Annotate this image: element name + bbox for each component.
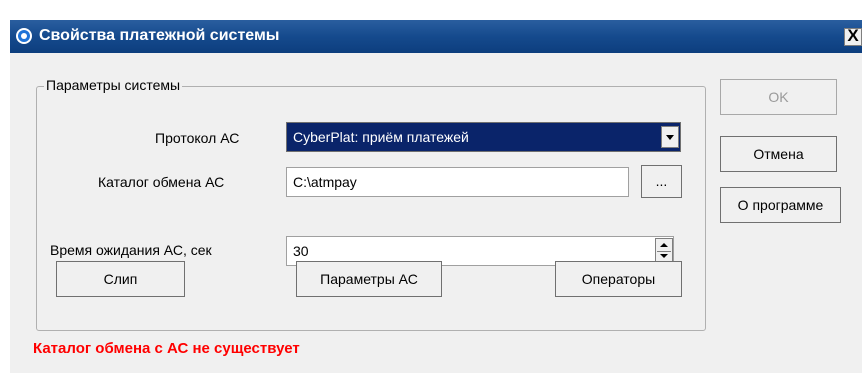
slip-button-label: Слип [103,271,138,287]
as-params-button[interactable]: Параметры АС [296,261,442,297]
ok-button[interactable]: OK [720,79,837,115]
cancel-button[interactable]: Отмена [720,136,837,172]
cancel-button-label: Отмена [753,146,804,162]
close-button[interactable]: X [844,26,862,46]
window-title: Свойства платежной системы [39,27,280,44]
slip-button[interactable]: Слип [56,261,185,297]
timeout-label: Время ожидания АС, сек [50,242,212,258]
protocol-label: Протокол АС [155,130,240,146]
ok-button-label: OK [768,89,789,105]
payment-system-properties-dialog: Свойства платежной системы X Параметры с… [10,20,862,373]
spin-down-icon[interactable] [660,254,668,258]
spin-divider [657,251,671,252]
operators-button-label: Операторы [581,271,656,287]
timeout-value: 30 [293,243,309,259]
app-icon [16,28,32,44]
exchange-dir-value: C:\atmpay [293,174,357,190]
protocol-selected-value: CyberPlat: приём платежей [293,129,469,145]
error-message: Каталог обмена с АС не существует [33,340,300,357]
spin-up-icon[interactable] [660,243,668,247]
exchange-dir-label: Каталог обмена АС [98,174,225,190]
group-legend: Параметры системы [44,77,183,93]
protocol-select[interactable]: CyberPlat: приём платежей [286,122,681,152]
operators-button[interactable]: Операторы [555,261,682,297]
chevron-down-icon[interactable] [661,126,679,148]
about-button-label: О программе [737,197,824,213]
browse-button[interactable]: ... [641,165,682,198]
browse-label: ... [655,173,668,189]
exchange-dir-input[interactable]: C:\atmpay [286,167,629,197]
as-params-button-label: Параметры АС [320,271,418,287]
close-icon: X [847,26,859,45]
title-bar[interactable]: Свойства платежной системы X [10,20,862,53]
about-button[interactable]: О программе [720,187,841,223]
